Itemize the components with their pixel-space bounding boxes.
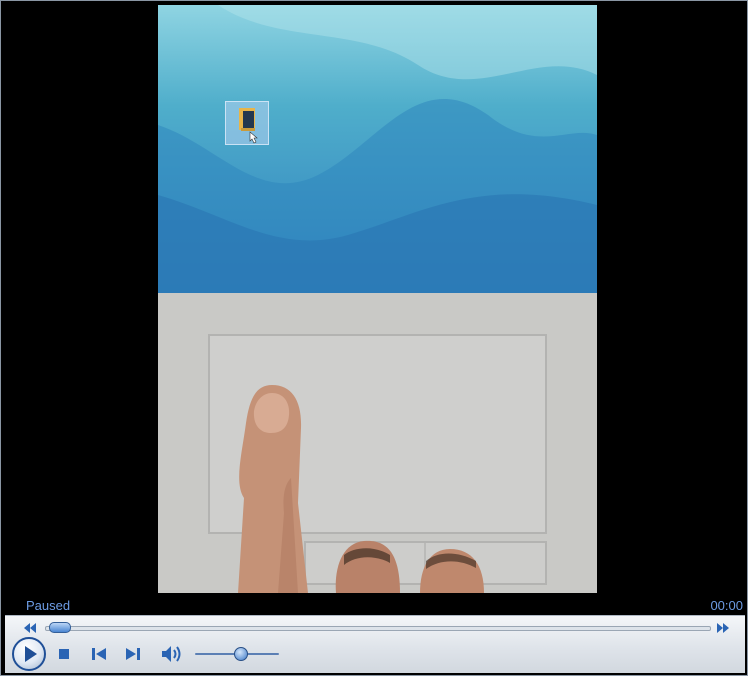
transport-controls (5, 615, 745, 673)
mute-button[interactable] (160, 645, 184, 663)
video-frame (158, 5, 597, 593)
seek-bar[interactable] (45, 626, 711, 631)
next-icon (126, 648, 140, 660)
stop-icon (59, 649, 69, 659)
rewind-icon (24, 623, 36, 633)
laptop-palmrest (158, 293, 597, 593)
desktop-background (158, 5, 597, 293)
rewind-button[interactable] (22, 623, 38, 633)
status-bar: Paused 00:00 (5, 596, 745, 615)
desktop-file-icon[interactable] (225, 101, 269, 145)
trackpad-illustration (208, 334, 547, 593)
seek-thumb[interactable] (49, 622, 71, 633)
elapsed-time: 00:00 (710, 598, 743, 613)
fast-forward-icon (717, 623, 729, 633)
speaker-icon (162, 646, 181, 662)
folder-icon (239, 108, 258, 144)
play-button[interactable] (12, 637, 46, 671)
stop-button[interactable] (58, 648, 70, 660)
previous-button[interactable] (91, 647, 107, 661)
fast-forward-button[interactable] (715, 623, 731, 633)
video-area[interactable] (5, 4, 745, 596)
media-player-window: Paused 00:00 (0, 0, 748, 676)
next-button[interactable] (125, 647, 141, 661)
play-icon (25, 646, 37, 662)
previous-icon (92, 648, 106, 660)
volume-thumb[interactable] (233, 647, 248, 661)
playback-status: Paused (26, 598, 71, 613)
